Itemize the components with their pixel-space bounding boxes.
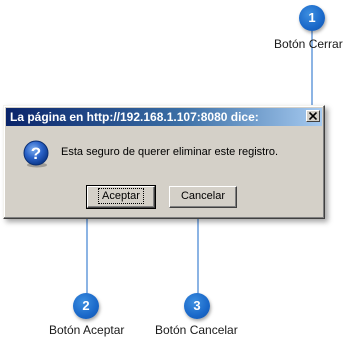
cancel-button[interactable]: Cancelar [169, 186, 237, 208]
dialog-title: La página en http://192.168.1.107:8080 d… [10, 110, 259, 124]
callout-badge-1: 1 [299, 5, 325, 31]
callout-label-close: Botón Cerrar [274, 37, 343, 51]
accept-button-label: Aceptar [98, 188, 144, 204]
svg-text:?: ? [31, 144, 41, 163]
callout-label-cancel: Botón Cancelar [155, 323, 238, 337]
close-button[interactable] [306, 110, 320, 122]
close-icon [309, 112, 317, 120]
accept-button[interactable]: Aceptar [86, 185, 156, 209]
question-icon: ? [23, 140, 49, 168]
callout-badge-2: 2 [73, 293, 99, 319]
dialog-titlebar[interactable]: La página en http://192.168.1.107:8080 d… [6, 108, 322, 126]
callout-badge-3: 3 [184, 293, 210, 319]
dialog-message: Esta seguro de querer eliminar este regi… [61, 146, 279, 158]
callout-label-accept: Botón Aceptar [49, 323, 125, 337]
cancel-button-label: Cancelar [180, 190, 226, 202]
confirm-dialog: La página en http://192.168.1.107:8080 d… [3, 105, 325, 219]
